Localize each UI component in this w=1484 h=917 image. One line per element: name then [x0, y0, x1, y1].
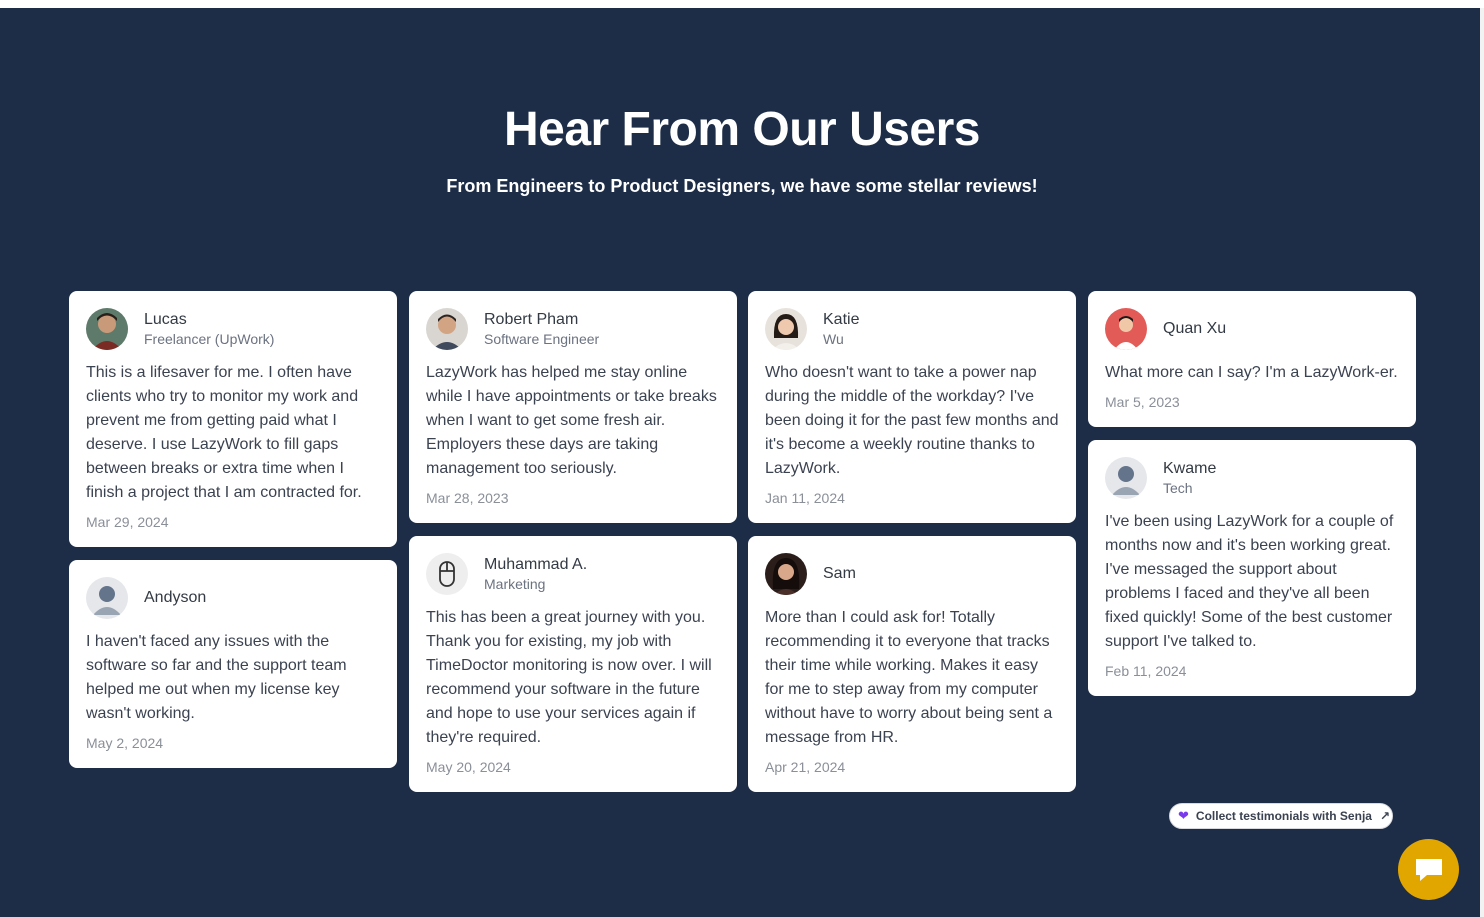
reviewer-name: Quan Xu — [1163, 320, 1227, 337]
reviewer-role: Wu — [823, 331, 844, 347]
review-text: More than I could ask for! Totally recom… — [765, 609, 1053, 746]
review-text: This has been a great journey with you. … — [426, 609, 712, 746]
testimonial-column-3: Katie Wu Who doesn't want to take a powe… — [748, 291, 1076, 805]
review-date: Feb 11, 2024 — [1105, 663, 1187, 679]
review-text: I haven't faced any issues with the soft… — [86, 633, 347, 722]
testimonial-card: Kwame Tech I've been using LazyWork for … — [1088, 440, 1416, 696]
review-date: Mar 5, 2023 — [1105, 394, 1180, 410]
review-date: Mar 28, 2023 — [426, 490, 509, 506]
testimonial-card: Lucas Freelancer (UpWork) This is a life… — [69, 291, 397, 547]
testimonial-card: Robert Pham Software Engineer LazyWork h… — [409, 291, 737, 523]
review-text: Who doesn't want to take a power nap dur… — [765, 364, 1059, 477]
senja-badge-label: Collect testimonials with Senja — [1195, 809, 1372, 823]
review-date: Apr 21, 2024 — [765, 759, 846, 775]
reviewer-role: Marketing — [484, 576, 546, 592]
review-date: Mar 29, 2024 — [86, 514, 169, 530]
chat-bubble-icon — [1415, 858, 1442, 881]
testimonial-column-1: Lucas Freelancer (UpWork) This is a life… — [69, 291, 397, 781]
default-avatar-icon — [1105, 457, 1147, 499]
avatar — [1105, 308, 1147, 350]
mouse-icon — [426, 553, 468, 595]
avatar — [86, 308, 128, 350]
reviewer-name: Kwame — [1163, 460, 1217, 477]
default-avatar-icon — [86, 577, 128, 619]
avatar — [765, 308, 807, 350]
reviewer-name: Andyson — [144, 589, 207, 606]
testimonial-column-4: Quan Xu What more can I say? I'm a LazyW… — [1088, 291, 1416, 709]
testimonial-card: Muhammad A. Marketing This has been a gr… — [409, 536, 737, 792]
testimonial-column-2: Robert Pham Software Engineer LazyWork h… — [409, 291, 737, 805]
avatar — [426, 308, 468, 350]
chat-button[interactable] — [1398, 839, 1459, 900]
reviewer-name: Sam — [823, 565, 856, 582]
testimonial-card: Andyson I haven't faced any issues with … — [69, 560, 397, 768]
review-text: LazyWork has helped me stay online while… — [426, 364, 717, 477]
testimonial-card: Quan Xu What more can I say? I'm a LazyW… — [1088, 291, 1416, 427]
avatar — [765, 553, 807, 595]
testimonial-card: Katie Wu Who doesn't want to take a powe… — [748, 291, 1076, 523]
page-subtitle: From Engineers to Product Designers, we … — [446, 176, 1038, 196]
senja-badge-link[interactable]: ❤ Collect testimonials with Senja ↗ — [1169, 803, 1393, 829]
review-date: May 20, 2024 — [426, 759, 511, 775]
scrollbar[interactable] — [1480, 8, 1484, 917]
review-date: Jan 11, 2024 — [765, 490, 845, 506]
reviewer-role: Tech — [1163, 480, 1193, 496]
reviewer-name: Katie — [823, 311, 860, 328]
reviewer-role: Software Engineer — [484, 331, 600, 347]
review-text: This is a lifesaver for me. I often have… — [86, 364, 362, 501]
reviewer-role: Freelancer (UpWork) — [144, 331, 275, 347]
review-date: May 2, 2024 — [86, 735, 164, 751]
review-text: I've been using LazyWork for a couple of… — [1105, 513, 1394, 650]
testimonial-card: Sam More than I could ask for! Totally r… — [748, 536, 1076, 792]
page-title: Hear From Our Users — [503, 103, 981, 156]
reviewer-name: Muhammad A. — [484, 556, 588, 573]
review-text: What more can I say? I'm a LazyWork-er. — [1105, 364, 1398, 381]
reviewer-name: Lucas — [144, 311, 187, 328]
reviewer-name: Robert Pham — [484, 311, 579, 328]
heart-icon: ❤ — [1178, 808, 1189, 823]
external-link-icon: ↗ — [1379, 809, 1391, 823]
